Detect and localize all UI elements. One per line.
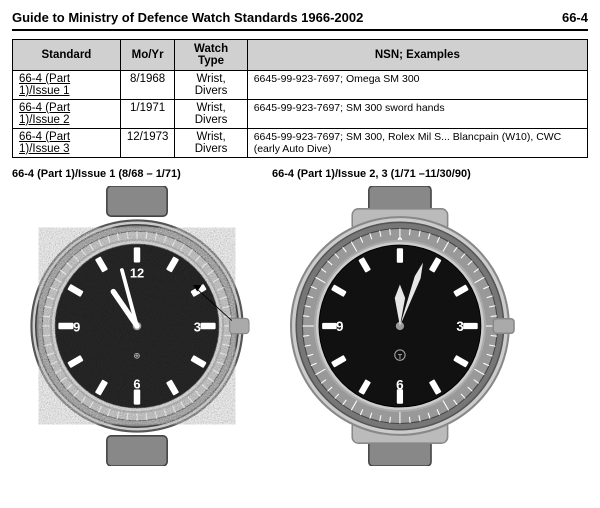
watch-image-1: 0 5 10 15 20 30 40 50 — [12, 186, 262, 466]
standard-cell: 66-4 (Part 1)/Issue 2 — [13, 100, 121, 129]
page-header: Guide to Ministry of Defence Watch Stand… — [12, 10, 588, 31]
nsn-cell: 6645-99-923-7697; SM 300 sword hands — [247, 100, 587, 129]
watch-images-section: 66-4 (Part 1)/Issue 1 (8/68 – 1/71) — [12, 168, 588, 466]
svg-text:3: 3 — [194, 319, 201, 334]
watch-svg-1: 0 5 10 15 20 30 40 50 — [12, 186, 262, 466]
svg-text:6: 6 — [396, 377, 404, 392]
page-number: 66-4 — [562, 10, 588, 25]
svg-text:⊕: ⊕ — [133, 350, 140, 360]
svg-text:6: 6 — [133, 376, 140, 391]
standards-table: Standard Mo/Yr Watch Type NSN; Examples … — [12, 39, 588, 158]
col-moyr: Mo/Yr — [120, 40, 175, 71]
watch-column-2: 66-4 (Part 1)/Issue 2, 3 (1/71 –11/30/90… — [272, 168, 532, 466]
nsn-cell: 6645-99-923-7697; Omega SM 300 — [247, 71, 587, 100]
col-watchtype: Watch Type — [175, 40, 247, 71]
page: Guide to Ministry of Defence Watch Stand… — [0, 0, 600, 508]
page-title: Guide to Ministry of Defence Watch Stand… — [12, 10, 363, 25]
svg-text:12: 12 — [130, 266, 144, 281]
standard-cell: 66-4 (Part 1)/Issue 3 — [13, 129, 121, 158]
moyr-cell: 12/1973 — [120, 129, 175, 158]
watch-image-2: 0 5 10 15 20 25 30 40 50 — [272, 186, 532, 466]
standard-cell: 66-4 (Part 1)/Issue 1 — [13, 71, 121, 100]
moyr-cell: 8/1968 — [120, 71, 175, 100]
watch-label-2: 66-4 (Part 1)/Issue 2, 3 (1/71 –11/30/90… — [272, 168, 471, 180]
svg-text:T: T — [398, 352, 403, 361]
col-standard: Standard — [13, 40, 121, 71]
svg-text:9: 9 — [73, 319, 80, 334]
watch-column-1: 66-4 (Part 1)/Issue 1 (8/68 – 1/71) — [12, 168, 262, 466]
watch-svg-2: 0 5 10 15 20 25 30 40 50 — [272, 186, 532, 466]
table-row: 66-4 (Part 1)/Issue 21/1971Wrist, Divers… — [13, 100, 588, 129]
table-row: 66-4 (Part 1)/Issue 18/1968Wrist, Divers… — [13, 71, 588, 100]
svg-text:9: 9 — [336, 319, 344, 334]
moyr-cell: 1/1971 — [120, 100, 175, 129]
watchtype-cell: Wrist, Divers — [175, 71, 247, 100]
table-row: 66-4 (Part 1)/Issue 312/1973Wrist, Diver… — [13, 129, 588, 158]
watch-label-1: 66-4 (Part 1)/Issue 1 (8/68 – 1/71) — [12, 168, 181, 180]
nsn-cell: 6645-99-923-7697; SM 300, Rolex Mil S...… — [247, 129, 587, 158]
col-nsn: NSN; Examples — [247, 40, 587, 71]
watchtype-cell: Wrist, Divers — [175, 100, 247, 129]
watchtype-cell: Wrist, Divers — [175, 129, 247, 158]
svg-text:3: 3 — [456, 319, 464, 334]
